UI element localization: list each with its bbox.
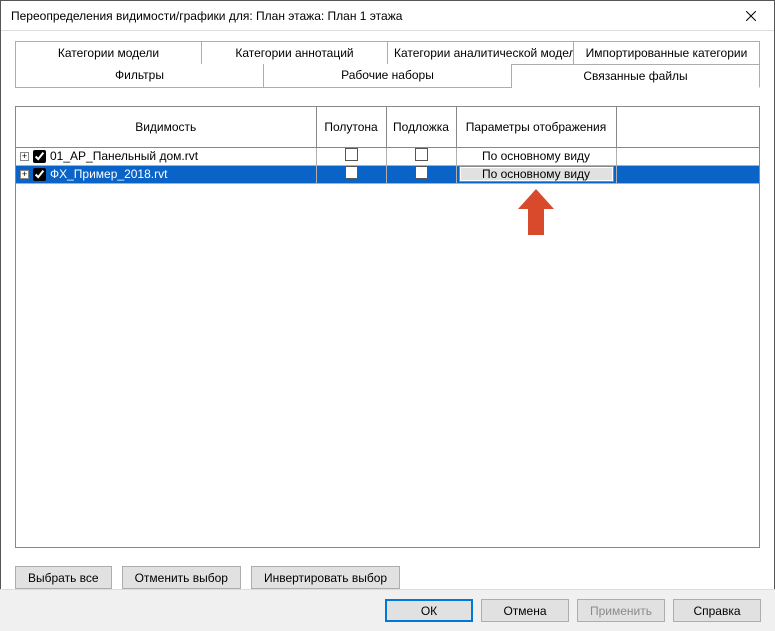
ok-button[interactable]: ОК (385, 599, 473, 622)
display-params-value[interactable]: По основному виду (457, 149, 616, 163)
select-all-button[interactable]: Выбрать все (15, 566, 112, 589)
apply-button[interactable]: Применить (577, 599, 665, 622)
titlebar: Переопределения видимости/графики для: П… (1, 1, 774, 31)
linked-files-grid: Видимость Полутона Подложка Параметры от… (16, 107, 759, 184)
col-header-halftone[interactable]: Полутона (316, 107, 386, 147)
table-row[interactable]: + ФХ_Пример_2018.rvt По основному виду (16, 165, 759, 183)
dialog-footer: ОК Отмена Применить Справка (0, 589, 775, 631)
tab-annotation-categories[interactable]: Категории аннотаций (202, 41, 388, 64)
row-filename: 01_АР_Панельный дом.rvt (50, 149, 198, 163)
visibility-checkbox[interactable] (33, 168, 46, 181)
close-button[interactable] (728, 1, 774, 31)
grid-empty-area (16, 184, 759, 548)
halftone-checkbox[interactable] (345, 148, 358, 161)
visibility-checkbox[interactable] (33, 150, 46, 163)
tab-linked-files[interactable]: Связанные файлы (512, 64, 760, 88)
col-header-visibility[interactable]: Видимость (16, 107, 316, 147)
cancel-button[interactable]: Отмена (481, 599, 569, 622)
display-params-button[interactable]: По основному виду (459, 166, 614, 182)
grid-container: Видимость Полутона Подложка Параметры от… (15, 106, 760, 548)
tabs-container: Категории модели Категории аннотаций Кат… (1, 31, 774, 88)
col-header-underlay[interactable]: Подложка (386, 107, 456, 147)
col-header-display-params[interactable]: Параметры отображения (456, 107, 616, 147)
select-none-button[interactable]: Отменить выбор (122, 566, 241, 589)
table-row[interactable]: + 01_АР_Панельный дом.rvt По основному в… (16, 147, 759, 165)
halftone-checkbox[interactable] (345, 166, 358, 179)
expand-icon[interactable]: + (20, 170, 29, 179)
row-filename: ФХ_Пример_2018.rvt (50, 167, 167, 181)
col-header-spacer (616, 107, 759, 147)
expand-icon[interactable]: + (20, 152, 29, 161)
tab-model-categories[interactable]: Категории модели (15, 41, 202, 64)
help-button[interactable]: Справка (673, 599, 761, 622)
close-icon (746, 11, 756, 21)
underlay-checkbox[interactable] (415, 148, 428, 161)
selection-buttons-row: Выбрать все Отменить выбор Инвертировать… (1, 558, 774, 589)
arrow-up-icon (516, 187, 556, 237)
tab-worksets[interactable]: Рабочие наборы (264, 64, 512, 88)
invert-selection-button[interactable]: Инвертировать выбор (251, 566, 400, 589)
tab-filters[interactable]: Фильтры (15, 64, 264, 88)
annotation-arrow (516, 187, 556, 240)
tab-content: Видимость Полутона Подложка Параметры от… (1, 88, 774, 558)
tab-imported-categories[interactable]: Импортированные категории (574, 41, 760, 64)
tab-analytical-categories[interactable]: Категории аналитической модели (388, 41, 574, 64)
underlay-checkbox[interactable] (415, 166, 428, 179)
window-title: Переопределения видимости/графики для: П… (11, 9, 728, 23)
